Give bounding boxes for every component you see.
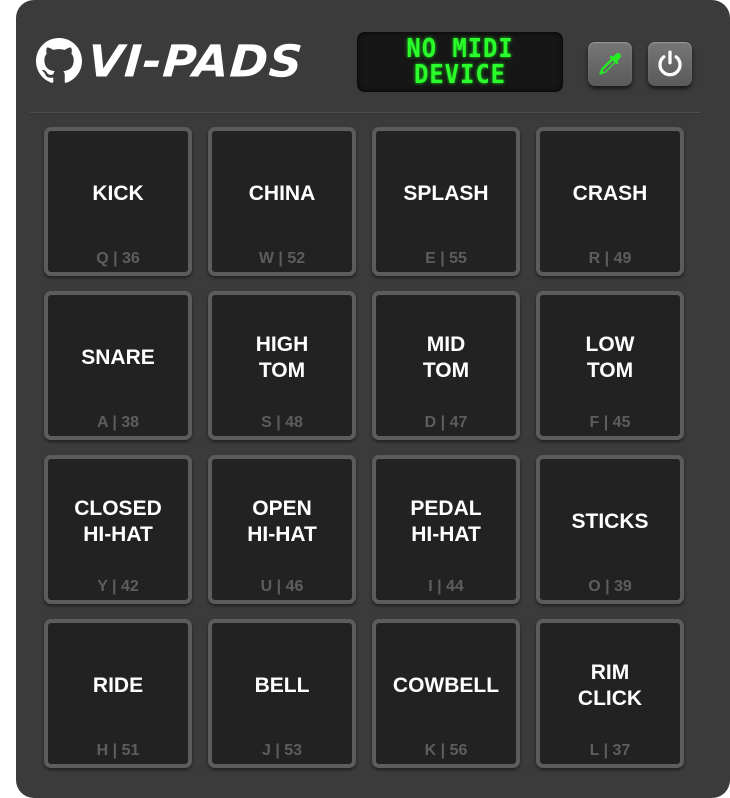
pad-ride[interactable]: RIDE H | 51 — [44, 619, 192, 768]
pad-key-note: L | 37 — [589, 742, 631, 759]
pad-label: COWBELL — [392, 673, 500, 697]
pad-key-note: E | 55 — [425, 250, 467, 267]
pad-crash[interactable]: CRASH R | 49 — [536, 127, 684, 276]
pad-label: LOW TOM — [585, 332, 635, 382]
pad-label: OPEN HI-HAT — [247, 496, 317, 546]
pad-sticks[interactable]: STICKS O | 39 — [536, 455, 684, 604]
pad-label: SPLASH — [403, 181, 489, 205]
pad-label: RIDE — [92, 673, 144, 697]
pad-key-note: W | 52 — [258, 250, 306, 267]
pad-key-note: A | 38 — [96, 414, 140, 431]
pad-closed-hi-hat[interactable]: CLOSED HI-HAT Y | 42 — [44, 455, 192, 604]
midi-status-line1: NO MIDI — [406, 34, 514, 64]
power-button[interactable] — [648, 42, 692, 86]
pad-mid-tom[interactable]: MID TOM D | 47 — [372, 291, 520, 440]
pad-label: SNARE — [81, 345, 155, 369]
header: VI-PADS NO MIDI DEVICE — [30, 26, 700, 100]
midi-status-display: NO MIDI DEVICE — [356, 32, 564, 92]
pad-key-note: O | 39 — [588, 578, 632, 595]
app-title: VI-PADS — [86, 35, 306, 87]
pad-key-note: S | 48 — [261, 414, 303, 431]
pad-label: RIM CLICK — [577, 660, 643, 710]
power-icon — [658, 50, 682, 77]
pad-key-note: D | 47 — [424, 414, 468, 431]
pad-cowbell[interactable]: COWBELL K | 56 — [372, 619, 520, 768]
pad-rim-click[interactable]: RIM CLICK L | 37 — [536, 619, 684, 768]
pad-label: HIGH TOM — [255, 332, 309, 382]
pad-label: CLOSED HI-HAT — [74, 496, 162, 546]
github-icon[interactable] — [36, 38, 82, 84]
pad-label: MID TOM — [422, 332, 470, 382]
pad-key-note: J | 53 — [261, 742, 303, 759]
pad-key-note: K | 56 — [424, 742, 468, 759]
pad-key-note: I | 44 — [428, 578, 464, 595]
pad-key-note: Y | 42 — [97, 578, 139, 595]
app-window: VI-PADS NO MIDI DEVICE KICK Q | 36 CHINA W… — [16, 0, 730, 798]
pad-label: CHINA — [248, 181, 316, 205]
pad-label: PEDAL HI-HAT — [410, 496, 482, 546]
pad-label: BELL — [254, 673, 310, 697]
pad-open-hi-hat[interactable]: OPEN HI-HAT U | 46 — [208, 455, 356, 604]
pad-key-note: Q | 36 — [96, 250, 140, 267]
pad-label: KICK — [92, 181, 144, 205]
pad-key-note: F | 45 — [589, 414, 631, 431]
midi-status-line2: DEVICE — [414, 60, 506, 90]
pad-key-note: R | 49 — [588, 250, 632, 267]
pad-pedal-hi-hat[interactable]: PEDAL HI-HAT I | 44 — [372, 455, 520, 604]
pad-key-note: H | 51 — [96, 742, 140, 759]
color-picker-button[interactable] — [588, 42, 632, 86]
pad-grid: KICK Q | 36 CHINA W | 52 SPLASH E | 55 CRAS… — [44, 127, 684, 768]
pad-snare[interactable]: SNARE A | 38 — [44, 291, 192, 440]
eyedropper-icon — [599, 52, 621, 75]
pad-key-note: U | 46 — [260, 578, 304, 595]
pad-label: STICKS — [571, 509, 649, 533]
pad-high-tom[interactable]: HIGH TOM S | 48 — [208, 291, 356, 440]
logo: VI-PADS — [36, 35, 306, 87]
pad-low-tom[interactable]: LOW TOM F | 45 — [536, 291, 684, 440]
pad-label: CRASH — [572, 181, 648, 205]
pad-kick[interactable]: KICK Q | 36 — [44, 127, 192, 276]
pad-bell[interactable]: BELL J | 53 — [208, 619, 356, 768]
pad-china[interactable]: CHINA W | 52 — [208, 127, 356, 276]
header-divider — [30, 112, 700, 114]
pad-splash[interactable]: SPLASH E | 55 — [372, 127, 520, 276]
